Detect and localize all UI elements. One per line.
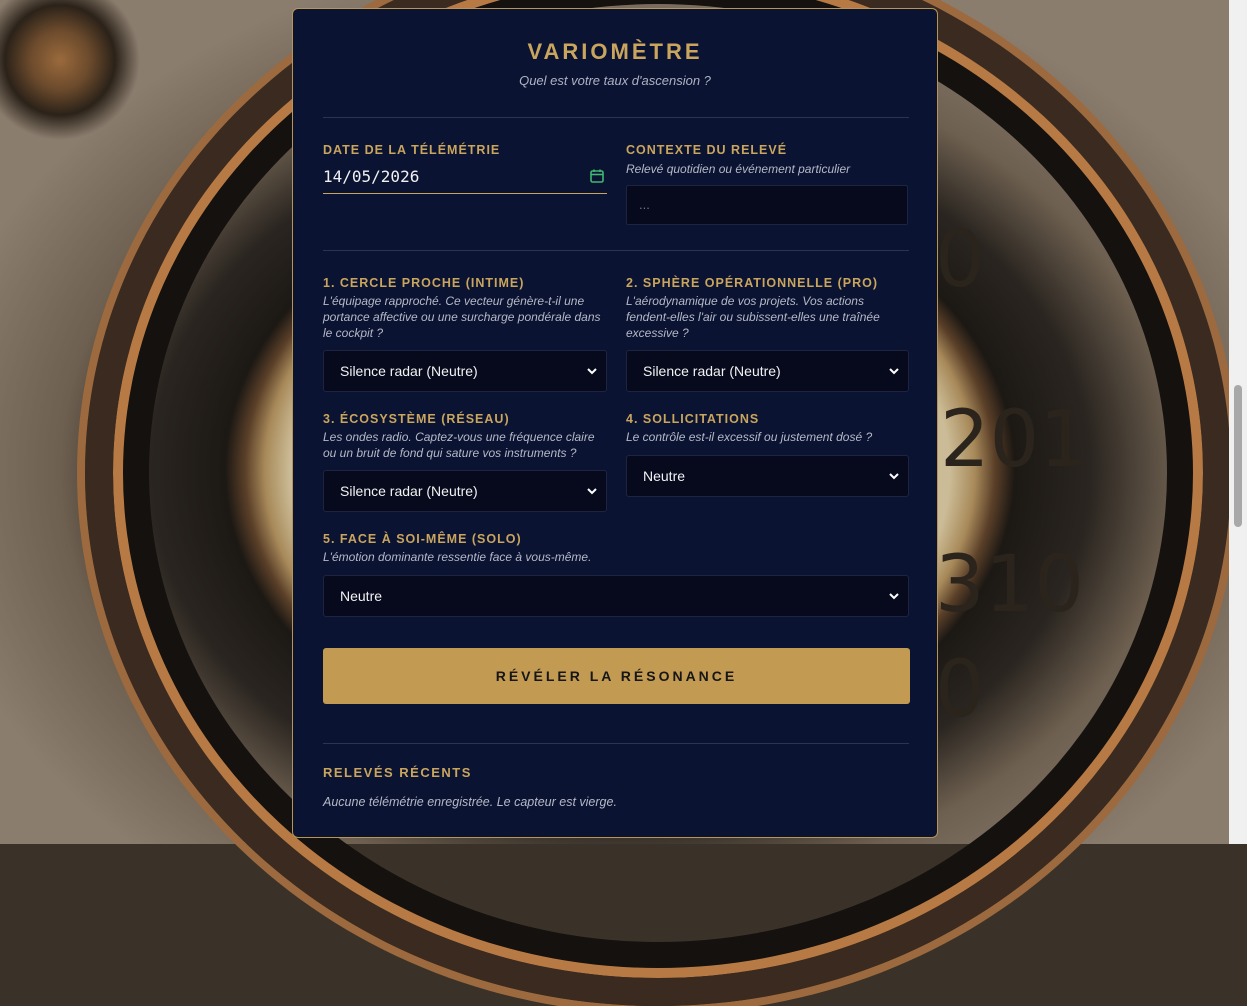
section-2-help: L'aérodynamique de vos projets. Vos acti… [626, 294, 880, 340]
context-help: Relevé quotidien ou événement particulie… [626, 162, 851, 176]
section-5-help: L'émotion dominante ressentie face à vou… [323, 550, 592, 564]
section-1-select[interactable]: Silence radar (Neutre) [323, 350, 607, 392]
variometer-panel: VARIOMÈTRE Quel est votre taux d'ascensi… [292, 8, 938, 838]
section-3-selected: Silence radar (Neutre) [340, 483, 478, 499]
section-1-selected: Silence radar (Neutre) [340, 363, 478, 379]
section-2-label: 2. SPHÈRE OPÉRATIONNELLE (PRO) [626, 276, 879, 290]
section-5-label: 5. FACE À SOI-MÊME (SOLO) [323, 532, 522, 546]
page-title: VARIOMÈTRE [527, 39, 703, 64]
chevron-down-icon [587, 488, 597, 495]
section-4-help: Le contrôle est-il excessif ou justement… [626, 430, 873, 444]
background-gauge-numeral: 201 [940, 395, 1089, 485]
section-1-help: L'équipage rapproché. Ce vecteur génère-… [323, 294, 601, 340]
section-4-label: 4. SOLLICITATIONS [626, 412, 760, 426]
chevron-down-icon [889, 593, 899, 600]
divider [323, 250, 909, 251]
section-4-select[interactable]: Neutre [626, 455, 909, 497]
background-gauge-numeral: 310 [935, 540, 1084, 630]
section-2-selected: Silence radar (Neutre) [643, 363, 781, 379]
background-gauge-numeral: 0 [935, 645, 985, 735]
chevron-down-icon [587, 368, 597, 375]
section-3-label: 3. ÉCOSYSTÈME (RÉSEAU) [323, 412, 510, 426]
divider [323, 117, 909, 118]
divider [323, 743, 909, 744]
chevron-down-icon [889, 473, 899, 480]
page-subtitle: Quel est votre taux d'ascension ? [519, 73, 711, 88]
date-input[interactable]: 14/05/2026 [323, 165, 607, 194]
background-gauge-numeral: 0 [935, 215, 985, 305]
context-placeholder: ... [639, 197, 650, 212]
recent-readings-heading: RELEVÉS RÉCENTS [323, 765, 472, 780]
section-5-selected: Neutre [340, 588, 383, 604]
section-3-help: Les ondes radio. Captez-vous une fréquen… [323, 430, 595, 460]
section-1-label: 1. CERCLE PROCHE (INTIME) [323, 276, 525, 290]
page-scrollbar[interactable] [1229, 0, 1247, 844]
section-4-selected: Neutre [643, 468, 686, 484]
section-2-select[interactable]: Silence radar (Neutre) [626, 350, 909, 392]
context-input[interactable]: ... [626, 185, 908, 225]
recent-readings-empty-text: Aucune télémétrie enregistrée. Le capteu… [323, 795, 617, 809]
reveal-resonance-button[interactable]: RÉVÉLER LA RÉSONANCE [323, 648, 910, 704]
chevron-down-icon [889, 368, 899, 375]
date-value: 14/05/2026 [323, 167, 420, 186]
scrollbar-thumb[interactable] [1234, 385, 1242, 527]
section-5-select[interactable]: Neutre [323, 575, 909, 617]
context-label: CONTEXTE DU RELEVÉ [626, 143, 788, 157]
calendar-icon[interactable] [589, 168, 605, 184]
date-label: DATE DE LA TÉLÉMÉTRIE [323, 143, 501, 157]
section-3-select[interactable]: Silence radar (Neutre) [323, 470, 607, 512]
